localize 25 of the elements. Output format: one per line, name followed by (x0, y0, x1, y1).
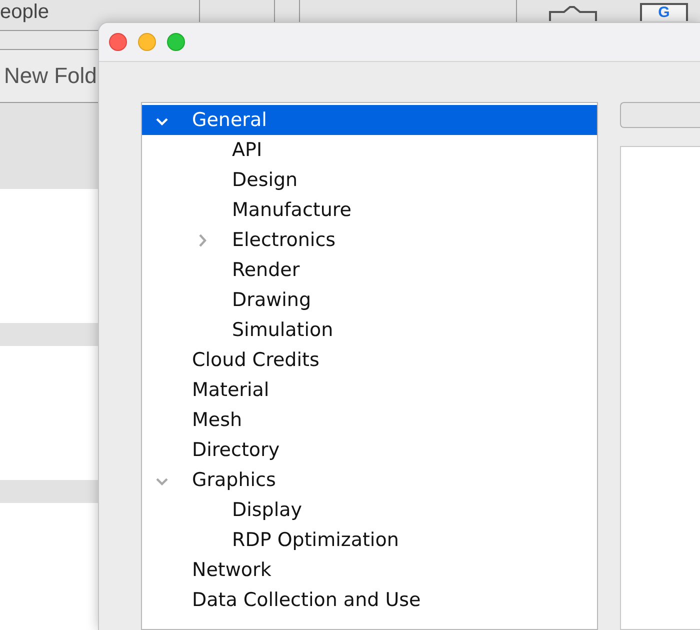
tree-item[interactable]: Simulation (142, 315, 597, 345)
account-badge[interactable]: G (640, 3, 688, 21)
tree-item[interactable]: API (142, 135, 597, 165)
tree-item[interactable]: Material (142, 375, 597, 405)
tree-item[interactable]: Design (142, 165, 597, 195)
tree-item[interactable]: Mesh (142, 405, 597, 435)
tree-item[interactable]: Graphics (142, 465, 597, 495)
tree-item[interactable]: Electronics (142, 225, 597, 255)
minimize-button[interactable] (138, 33, 156, 51)
tree-item[interactable]: Drawing (142, 285, 597, 315)
tree-item[interactable]: Directory (142, 435, 597, 465)
tree-item[interactable]: Data Collection and Use (142, 585, 597, 615)
tree-item[interactable]: Display (142, 495, 597, 525)
tree-item[interactable]: General (142, 105, 597, 135)
tree-item[interactable]: Manufacture (142, 195, 597, 225)
tree-item[interactable]: RDP Optimization (142, 525, 597, 555)
tree-item[interactable]: Network (142, 555, 597, 585)
zoom-button[interactable] (167, 33, 185, 51)
folder-icon[interactable] (548, 6, 598, 21)
close-button[interactable] (109, 33, 127, 51)
tree-item[interactable]: Render (142, 255, 597, 285)
header-cell: eople (0, 0, 49, 24)
tree-item[interactable]: Cloud Credits (142, 345, 597, 375)
new-folder-button[interactable]: New Fold (0, 63, 97, 89)
toolbar-button[interactable] (620, 102, 700, 128)
